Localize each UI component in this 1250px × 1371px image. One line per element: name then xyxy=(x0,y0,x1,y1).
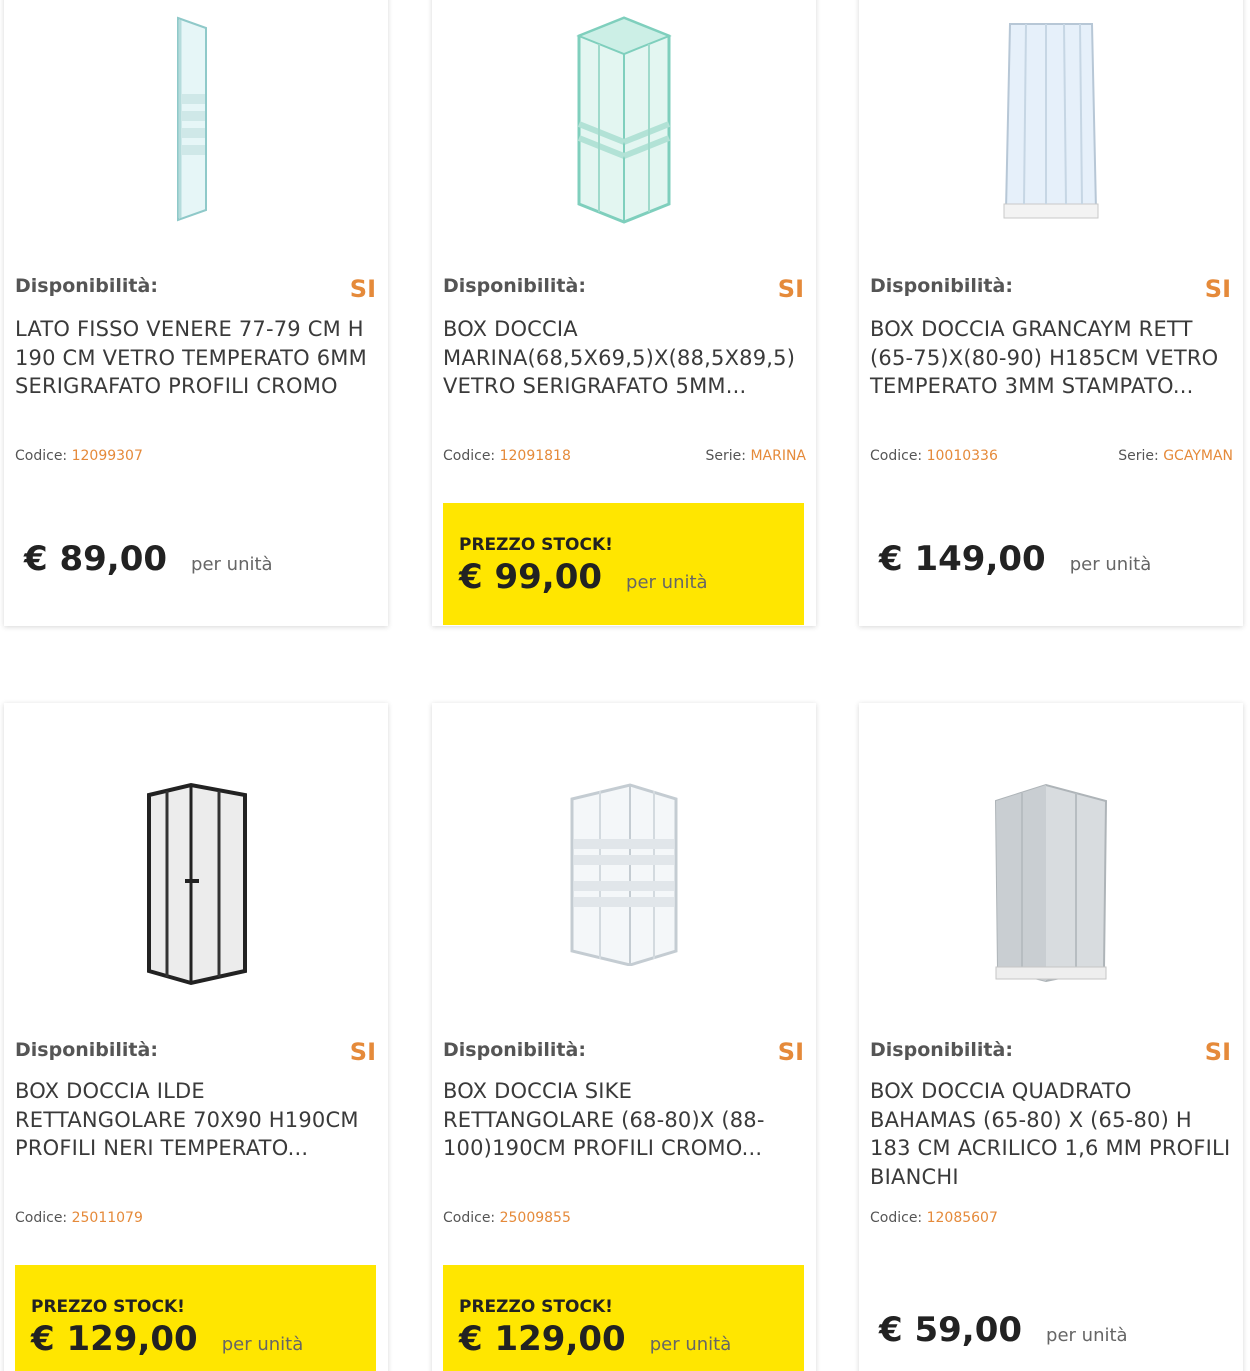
code-value: 12099307 xyxy=(71,448,143,464)
shower-box-chrome-icon xyxy=(570,783,678,966)
price: € 99,00 xyxy=(459,557,603,597)
price: € 149,00 xyxy=(879,539,1046,579)
availability-label: Disponibilità: xyxy=(15,275,158,297)
stock-price-box: PREZZO STOCK! € 99,00 per unità xyxy=(443,503,804,625)
product-card[interactable]: Disponibilità: SI BOX DOCCIA ILDE RETTAN… xyxy=(4,703,388,1371)
product-card[interactable]: Disponibilità: SI BOX DOCCIA SIKE RETTAN… xyxy=(432,703,816,1371)
product-image[interactable] xyxy=(432,781,816,1001)
code-label: Codice: xyxy=(870,1210,927,1226)
product-title[interactable]: BOX DOCCIA MARINA(68,5X69,5)X(88,5X89,5)… xyxy=(443,315,806,401)
shower-box-acrylic-icon xyxy=(994,783,1108,983)
price-block: € 149,00 per unità xyxy=(879,539,1151,579)
shower-box-white-icon xyxy=(1003,23,1099,219)
price-block: € 129,00 per unità xyxy=(31,1319,303,1359)
code-label: Codice: xyxy=(443,448,500,464)
stock-price-box: PREZZO STOCK! € 129,00 per unità xyxy=(443,1265,804,1371)
availability-value: SI xyxy=(1204,1038,1231,1066)
serie: Serie: GCAYMAN xyxy=(1118,448,1233,464)
price-block: € 89,00 per unità xyxy=(24,539,273,579)
product-card[interactable]: Disponibilità: SI BOX DOCCIA GRANCAYM RE… xyxy=(859,0,1243,626)
availability-value: SI xyxy=(777,1038,804,1066)
price-block: € 129,00 per unità xyxy=(459,1319,731,1359)
product-title[interactable]: BOX DOCCIA GRANCAYM RETT (65-75)X(80-90)… xyxy=(870,315,1233,401)
product-meta: Codice: 12099307 xyxy=(15,448,378,464)
code-label: Codice: xyxy=(870,448,927,464)
per-unit-label: per unità xyxy=(1069,554,1152,575)
availability-label: Disponibilità: xyxy=(870,1039,1013,1061)
code-value: 25009855 xyxy=(499,1210,571,1226)
availability-label: Disponibilità: xyxy=(443,275,586,297)
code-value: 12091818 xyxy=(499,448,571,464)
price-block: € 99,00 per unità xyxy=(459,557,708,597)
product-title[interactable]: LATO FISSO VENERE 77-79 CM H 190 CM VETR… xyxy=(15,315,378,401)
code-value: 10010336 xyxy=(926,448,998,464)
product-card[interactable]: Disponibilità: SI BOX DOCCIA MARINA(68,5… xyxy=(432,0,816,626)
shower-box-black-frame-icon xyxy=(147,782,247,986)
availability-label: Disponibilità: xyxy=(870,275,1013,297)
product-image[interactable] xyxy=(4,781,388,1001)
shower-side-panel-icon xyxy=(177,16,207,222)
product-meta: Codice: 12085607 xyxy=(870,1210,1233,1226)
stock-price-box: PREZZO STOCK! € 129,00 per unità xyxy=(15,1265,376,1371)
code-value: 12085607 xyxy=(926,1210,998,1226)
price: € 129,00 xyxy=(459,1319,626,1359)
serie-value: MARINA xyxy=(750,448,806,464)
shower-box-green-glass-icon xyxy=(576,16,672,224)
product-card[interactable]: Disponibilità: SI LATO FISSO VENERE 77-7… xyxy=(4,0,388,626)
availability-label: Disponibilità: xyxy=(15,1039,158,1061)
per-unit-label: per unità xyxy=(626,572,708,593)
code-value: 25011079 xyxy=(71,1210,143,1226)
stock-label: PREZZO STOCK! xyxy=(459,535,613,555)
code-label: Codice: xyxy=(15,1210,72,1226)
availability-value: SI xyxy=(777,275,804,303)
stock-label: PREZZO STOCK! xyxy=(459,1297,613,1317)
availability-value: SI xyxy=(349,275,376,303)
product-title[interactable]: BOX DOCCIA ILDE RETTANGOLARE 70X90 H190C… xyxy=(15,1077,378,1163)
availability-label: Disponibilità: xyxy=(443,1039,586,1061)
product-meta: Codice: 25009855 xyxy=(443,1210,806,1226)
serie-label: Serie: xyxy=(1118,448,1164,464)
per-unit-label: per unità xyxy=(649,1334,732,1355)
product-image[interactable] xyxy=(4,14,388,234)
stock-label: PREZZO STOCK! xyxy=(31,1297,185,1317)
serie-value: GCAYMAN xyxy=(1163,448,1233,464)
price: € 129,00 xyxy=(31,1319,198,1359)
product-image[interactable] xyxy=(859,14,1243,234)
availability-value: SI xyxy=(1204,275,1231,303)
product-title[interactable]: BOX DOCCIA SIKE RETTANGOLARE (68-80)X (8… xyxy=(443,1077,806,1163)
product-meta: Codice: 10010336 Serie: GCAYMAN xyxy=(870,448,1233,464)
per-unit-label: per unità xyxy=(221,1334,304,1355)
product-card[interactable]: Disponibilità: SI BOX DOCCIA QUADRATO BA… xyxy=(859,703,1243,1371)
product-image[interactable] xyxy=(859,781,1243,1001)
serie-label: Serie: xyxy=(705,448,751,464)
code-label: Codice: xyxy=(443,1210,500,1226)
serie: Serie: MARINA xyxy=(706,448,807,464)
per-unit-label: per unità xyxy=(1046,1325,1128,1346)
product-meta: Codice: 12091818 Serie: MARINA xyxy=(443,448,806,464)
product-meta: Codice: 25011079 xyxy=(15,1210,378,1226)
availability-value: SI xyxy=(349,1038,376,1066)
code-label: Codice: xyxy=(15,448,72,464)
per-unit-label: per unità xyxy=(191,554,273,575)
product-image[interactable] xyxy=(432,14,816,234)
product-title[interactable]: BOX DOCCIA QUADRATO BAHAMAS (65-80) X (6… xyxy=(870,1077,1233,1191)
price: € 89,00 xyxy=(24,539,168,579)
price-block: € 59,00 per unità xyxy=(879,1310,1128,1350)
price: € 59,00 xyxy=(879,1310,1023,1350)
